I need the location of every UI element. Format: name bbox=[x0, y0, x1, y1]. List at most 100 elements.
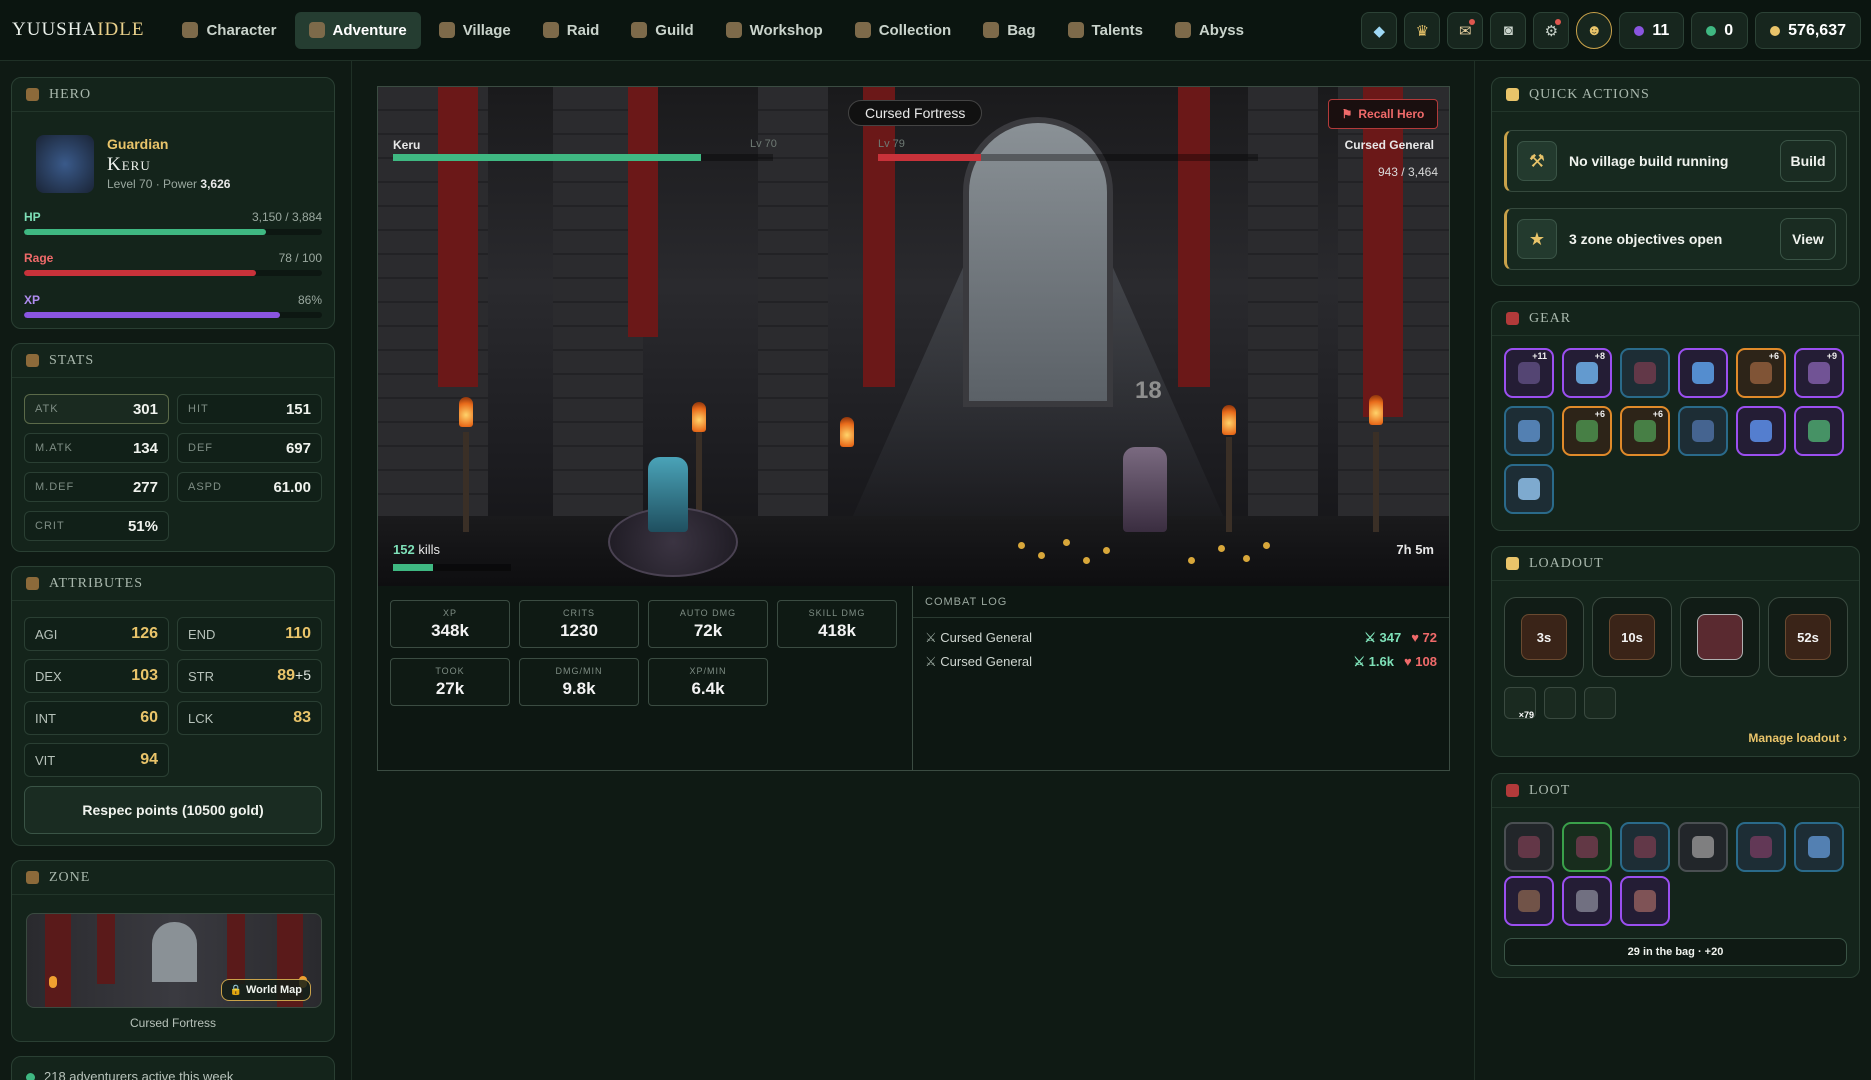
gear-slot[interactable] bbox=[1678, 348, 1728, 398]
avatar-icon[interactable]: ☻ bbox=[1576, 12, 1613, 49]
gems-counter[interactable]: 0 bbox=[1691, 12, 1749, 49]
greaves-icon bbox=[1576, 836, 1598, 858]
attribute-vit[interactable]: VIT 94 bbox=[24, 743, 169, 777]
hero-portrait[interactable] bbox=[36, 135, 94, 193]
potion-icon[interactable]: ×79 bbox=[1504, 687, 1536, 720]
nav-village-label: Village bbox=[462, 21, 511, 39]
stats-panel-header: STATS bbox=[12, 344, 334, 378]
nav-raid[interactable]: Raid bbox=[529, 12, 614, 49]
gear-slot[interactable]: +6 bbox=[1562, 406, 1612, 456]
respec-button[interactable]: Respec points (10500 gold) bbox=[24, 786, 322, 834]
attribute-dex[interactable]: DEX 103 bbox=[24, 659, 169, 693]
log-entry-left: ⚔ Cursed General bbox=[925, 654, 1032, 670]
gear-slot[interactable]: +6 bbox=[1736, 348, 1786, 398]
loot-title: LOOT bbox=[1529, 782, 1571, 798]
discord-icon[interactable]: ◙ bbox=[1490, 12, 1527, 49]
crystal-icon bbox=[1634, 25, 1645, 36]
recall-hero-label: Recall Hero bbox=[1358, 107, 1425, 121]
battle-enemy-hp-bar bbox=[878, 154, 1258, 161]
gear-slot[interactable] bbox=[1794, 406, 1844, 456]
battle-scene[interactable]: Cursed Fortress ⚑ Recall Hero Keru Lv 70… bbox=[378, 87, 1449, 586]
bag-summary-button[interactable]: 29 in the bag · +20 bbox=[1504, 938, 1847, 966]
nav-collection[interactable]: Collection bbox=[841, 12, 966, 49]
nav-adventure[interactable]: Adventure bbox=[294, 11, 421, 49]
world-map-button[interactable]: 🔒 World Map bbox=[220, 979, 311, 1001]
gear-slot[interactable] bbox=[1620, 348, 1670, 398]
skill-slot[interactable] bbox=[1680, 597, 1760, 677]
gear-slot[interactable]: +8 bbox=[1562, 348, 1612, 398]
gold-drop[interactable] bbox=[1243, 555, 1250, 562]
torch-icon bbox=[459, 397, 473, 427]
stats-panel: STATS ATK 301 HIT 151 M.ATK 134 DEF 697 M.DEF 277… bbox=[11, 343, 335, 552]
nav-abyss[interactable]: Abyss bbox=[1161, 12, 1258, 49]
loot-slot[interactable] bbox=[1504, 876, 1554, 926]
diamond-icon[interactable]: ◆ bbox=[1361, 12, 1398, 49]
elixir-icon[interactable] bbox=[1584, 687, 1616, 719]
attribute-str[interactable]: STR 89+5 bbox=[177, 659, 322, 693]
trophy-icon[interactable]: ♛ bbox=[1404, 12, 1441, 49]
gear-slot[interactable] bbox=[1504, 406, 1554, 456]
nav-bag[interactable]: Bag bbox=[969, 12, 1049, 49]
battle-frame: Cursed Fortress ⚑ Recall Hero Keru Lv 70… bbox=[377, 86, 1450, 771]
settings-icon[interactable]: ⚙ bbox=[1533, 12, 1570, 49]
gold-value: 576,637 bbox=[1788, 21, 1846, 39]
nav-village[interactable]: Village bbox=[425, 12, 525, 49]
gear-slot[interactable] bbox=[1678, 406, 1728, 456]
log-entry-heal: ♥ 72 bbox=[1411, 630, 1437, 646]
elixir-icon[interactable] bbox=[1544, 687, 1576, 719]
gold-drop[interactable] bbox=[1063, 539, 1070, 546]
game-logo[interactable]: YUUSHAIDLE bbox=[12, 19, 144, 41]
gear-slot[interactable] bbox=[1504, 464, 1554, 514]
hero-level-power: Level 70 · Power 3,626 bbox=[107, 177, 230, 191]
attribute-lck[interactable]: LCK 83 bbox=[177, 701, 322, 735]
battle-hero-hp-fill bbox=[393, 154, 702, 161]
skill-slot[interactable]: 52s bbox=[1768, 597, 1848, 677]
skill-slot[interactable]: 3s bbox=[1504, 597, 1584, 677]
battle-hero-name: Keru bbox=[393, 138, 421, 152]
enemy-sprite[interactable] bbox=[1123, 447, 1167, 532]
gold-counter[interactable]: 576,637 bbox=[1755, 12, 1861, 49]
torch-icon bbox=[692, 402, 706, 432]
build-button[interactable]: Build bbox=[1780, 140, 1836, 182]
loot-slot[interactable] bbox=[1794, 822, 1844, 872]
combat-log-title: COMBAT LOG bbox=[913, 586, 1449, 618]
loot-slot[interactable] bbox=[1736, 822, 1786, 872]
recall-hero-button[interactable]: ⚑ Recall Hero bbox=[1328, 99, 1438, 129]
loot-slot[interactable] bbox=[1504, 822, 1554, 872]
session-stat-label: XP/MIN bbox=[689, 665, 727, 676]
zone-thumbnail[interactable]: 🔒 World Map bbox=[26, 913, 322, 1008]
gold-drop[interactable] bbox=[1083, 557, 1090, 564]
loot-slot[interactable] bbox=[1620, 876, 1670, 926]
attribute-agi[interactable]: AGI 126 bbox=[24, 617, 169, 651]
nav-character[interactable]: Character bbox=[168, 12, 290, 49]
skill-slot[interactable]: 10s bbox=[1592, 597, 1672, 677]
gear-slot[interactable]: +6 bbox=[1620, 406, 1670, 456]
nav-workshop[interactable]: Workshop bbox=[712, 12, 837, 49]
mail-icon[interactable]: ✉ bbox=[1447, 12, 1484, 49]
battle-hero-level: Lv 70 bbox=[750, 138, 777, 150]
hero-sprite[interactable] bbox=[648, 457, 688, 532]
gear-slot[interactable]: +9 bbox=[1794, 348, 1844, 398]
gear-slot[interactable] bbox=[1736, 406, 1786, 456]
crystals-counter[interactable]: 11 bbox=[1619, 12, 1685, 49]
loot-slot[interactable] bbox=[1562, 822, 1612, 872]
gold-drop[interactable] bbox=[1038, 552, 1045, 559]
attribute-int[interactable]: INT 60 bbox=[24, 701, 169, 735]
nav-guild[interactable]: Guild bbox=[617, 12, 707, 49]
gear-slot[interactable]: +11 bbox=[1504, 348, 1554, 398]
gold-drop[interactable] bbox=[1188, 557, 1195, 564]
attribute-end[interactable]: END 110 bbox=[177, 617, 322, 651]
gold-drop[interactable] bbox=[1263, 542, 1270, 549]
gold-drop[interactable] bbox=[1018, 542, 1025, 549]
battle-hero-hp-bar bbox=[393, 154, 773, 161]
loot-slot[interactable] bbox=[1678, 822, 1728, 872]
loot-slot[interactable] bbox=[1562, 876, 1612, 926]
view-objectives-button[interactable]: View bbox=[1780, 218, 1836, 260]
loot-slot[interactable] bbox=[1620, 822, 1670, 872]
nav-talents[interactable]: Talents bbox=[1054, 12, 1157, 49]
crystals-value: 11 bbox=[1652, 21, 1670, 39]
combat-log[interactable]: COMBAT LOG ⚔ Cursed General ⚔ 347 ♥ 72 ⚔ Cu… bbox=[912, 586, 1449, 770]
manage-loadout-link[interactable]: Manage loadout › bbox=[1748, 731, 1847, 745]
gold-drop[interactable] bbox=[1103, 547, 1110, 554]
gold-drop[interactable] bbox=[1218, 545, 1225, 552]
